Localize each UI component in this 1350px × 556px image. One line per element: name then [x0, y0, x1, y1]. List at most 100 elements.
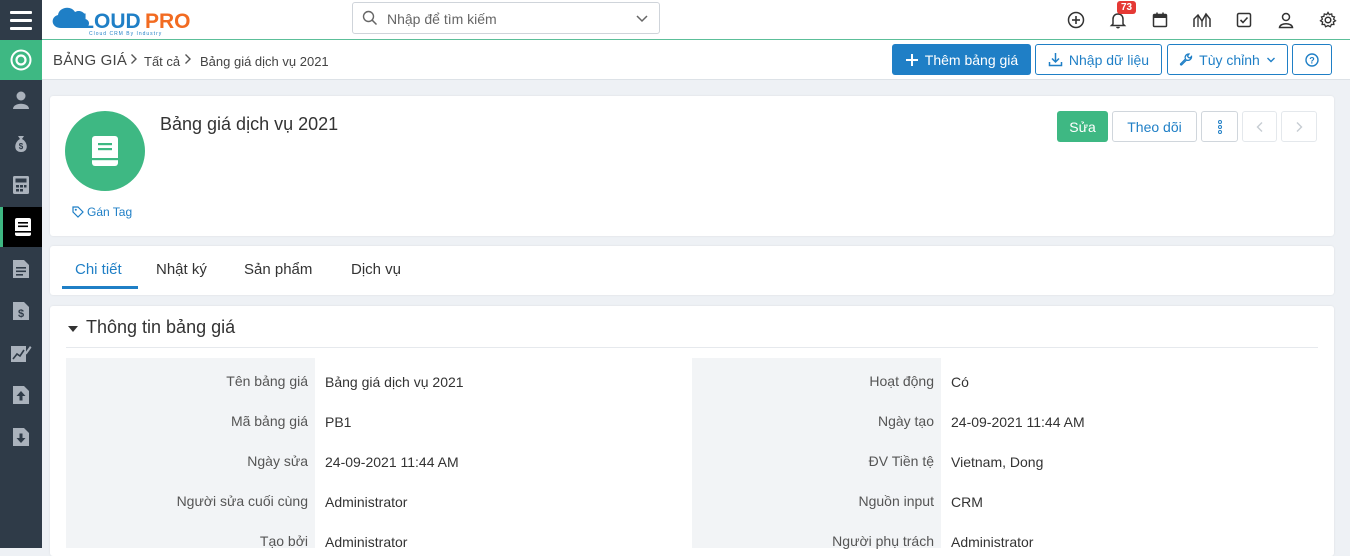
- document-icon: [13, 260, 29, 278]
- field-value-currency: Vietnam, Dong: [951, 454, 1044, 470]
- record-avatar: [65, 111, 145, 191]
- breadcrumb: BẢNG GIÁ Tất cả Bảng giá dịch vụ 2021 Th…: [42, 40, 1350, 80]
- field-value-source: CRM: [951, 494, 983, 510]
- field-label-source: Nguồn input: [858, 493, 934, 509]
- field-value-last-modified-by: Administrator: [325, 494, 408, 510]
- import-data-button[interactable]: Nhập dữ liệu: [1035, 44, 1162, 75]
- follow-label: Theo dõi: [1127, 118, 1182, 135]
- search-placeholder: Nhập để tìm kiếm: [387, 11, 497, 27]
- chart-icon[interactable]: [1191, 9, 1213, 31]
- notification-badge: 73: [1117, 1, 1137, 14]
- field-value-created: 24-09-2021 11:44 AM: [951, 414, 1085, 430]
- money-bag-icon: $: [15, 136, 27, 152]
- file-upload-icon: [13, 386, 29, 404]
- edit-button[interactable]: Sửa: [1057, 111, 1108, 142]
- breadcrumb-record: Bảng giá dịch vụ 2021: [200, 54, 329, 69]
- report-chart-icon: [11, 346, 32, 362]
- chevron-down-icon[interactable]: [635, 12, 649, 26]
- svg-text:Cloud CRM By Industry: Cloud CRM By Industry: [89, 31, 162, 37]
- field-label-modified: Ngày sửa: [247, 453, 308, 469]
- help-button[interactable]: ?: [1292, 44, 1332, 75]
- add-circle-icon[interactable]: [1065, 9, 1087, 31]
- field-label-active: Hoạt động: [869, 373, 934, 389]
- task-check-icon[interactable]: [1233, 9, 1255, 31]
- field-value-active: Có: [951, 374, 969, 390]
- menu-icon[interactable]: [0, 0, 42, 40]
- next-record-button[interactable]: [1281, 111, 1317, 142]
- search-icon: [362, 10, 378, 26]
- tab-services[interactable]: Dịch vụ: [351, 261, 401, 278]
- logo[interactable]: CLOUD PRO Cloud CRM By Industry: [47, 2, 207, 38]
- tag-icon: [72, 206, 84, 218]
- customize-label: Tùy chỉnh: [1199, 51, 1260, 68]
- svg-text:?: ?: [1309, 55, 1315, 65]
- section-divider: [66, 347, 1318, 348]
- user-icon[interactable]: [1275, 9, 1297, 31]
- sidebar-sales[interactable]: $: [0, 124, 42, 164]
- svg-text:CLOUD: CLOUD: [66, 10, 141, 33]
- tab-log[interactable]: Nhật ký: [156, 261, 207, 278]
- invoice-icon: $: [13, 302, 29, 320]
- sidebar-import[interactable]: [0, 417, 42, 457]
- add-tag-link[interactable]: Gán Tag: [72, 205, 132, 219]
- more-actions-button[interactable]: [1201, 111, 1238, 142]
- edit-label: Sửa: [1069, 118, 1096, 135]
- tab-details[interactable]: Chi tiết: [75, 261, 122, 278]
- more-vertical-icon: [1217, 119, 1222, 134]
- field-value-code: PB1: [325, 414, 352, 430]
- book-icon: [92, 136, 118, 166]
- chevron-down-icon: [1266, 57, 1275, 62]
- import-data-label: Nhập dữ liệu: [1068, 51, 1150, 68]
- sidebar-quotes[interactable]: [0, 249, 42, 289]
- field-label-last-modified-by: Người sửa cuối cùng: [176, 493, 308, 509]
- follow-button[interactable]: Theo dõi: [1112, 111, 1197, 142]
- svg-text:$: $: [19, 142, 24, 151]
- target-icon: [10, 49, 32, 71]
- add-tag-label: Gán Tag: [87, 205, 133, 219]
- plus-icon: [905, 53, 918, 66]
- sidebar-invoices[interactable]: $: [0, 291, 42, 331]
- sidebar: $ $: [0, 40, 42, 548]
- calculator-icon: [13, 176, 29, 194]
- customize-dropdown[interactable]: Tùy chỉnh: [1167, 44, 1288, 75]
- field-value-name: Bảng giá dịch vụ 2021: [325, 374, 464, 390]
- field-label-currency: ĐV Tiền tệ: [868, 453, 934, 469]
- breadcrumb-module[interactable]: BẢNG GIÁ: [53, 52, 127, 69]
- field-label-assigned-to: Người phụ trách: [832, 533, 934, 549]
- chevron-left-icon: [1256, 121, 1262, 132]
- svg-text:$: $: [18, 308, 24, 320]
- field-value-modified: 24-09-2021 11:44 AM: [325, 454, 459, 470]
- tab-products[interactable]: Sản phẩm: [244, 261, 312, 278]
- section-title[interactable]: Thông tin bảng giá: [86, 317, 235, 338]
- chevron-right-icon: [1296, 121, 1303, 132]
- chevron-right-icon: [131, 54, 137, 64]
- wrench-icon: [1179, 52, 1193, 66]
- gear-icon[interactable]: [1317, 9, 1339, 31]
- search-box[interactable]: Nhập để tìm kiếm: [352, 2, 660, 34]
- field-label-created: Ngày tạo: [877, 413, 934, 429]
- download-icon: [1048, 53, 1063, 67]
- record-title: Bảng giá dịch vụ 2021: [160, 114, 339, 134]
- sidebar-home[interactable]: [0, 40, 42, 80]
- previous-record-button[interactable]: [1242, 111, 1277, 142]
- sidebar-export[interactable]: [0, 375, 42, 415]
- breadcrumb-filter[interactable]: Tất cả: [144, 54, 180, 69]
- field-label-created-by: Tạo bởi: [259, 533, 308, 549]
- top-bar: CLOUD PRO Cloud CRM By Industry Nhập để …: [0, 0, 1350, 40]
- active-tab-indicator: [62, 286, 138, 289]
- calendar-icon[interactable]: [1149, 9, 1171, 31]
- sidebar-calculator[interactable]: [0, 165, 42, 205]
- help-icon: ?: [1305, 52, 1319, 67]
- collapse-caret-icon[interactable]: [68, 326, 78, 332]
- add-pricebook-button[interactable]: Thêm bảng giá: [892, 44, 1031, 75]
- add-pricebook-label: Thêm bảng giá: [924, 51, 1019, 68]
- person-icon: [13, 91, 29, 109]
- field-label-name: Tên bảng giá: [226, 373, 308, 389]
- sidebar-pricebooks[interactable]: [0, 207, 42, 247]
- sidebar-contacts[interactable]: [0, 80, 42, 120]
- sidebar-reports[interactable]: [0, 333, 42, 373]
- tabs-card: [50, 246, 1334, 295]
- field-label-code: Mã bảng giá: [230, 413, 308, 429]
- book-icon: [14, 218, 31, 236]
- svg-text:PRO: PRO: [145, 10, 191, 33]
